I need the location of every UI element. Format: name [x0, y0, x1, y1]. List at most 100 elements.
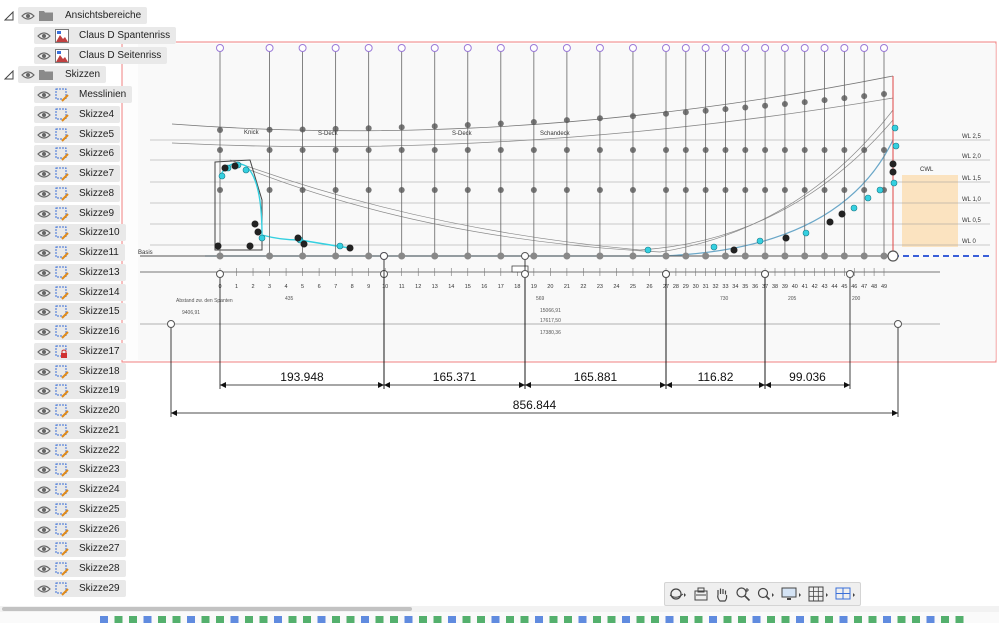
browser-sketch-node[interactable]: Skizze8: [34, 185, 121, 202]
timeline-feature[interactable]: [288, 616, 297, 623]
visibility-eye-icon[interactable]: [37, 268, 51, 278]
timeline-feature[interactable]: [607, 616, 616, 623]
visibility-eye-icon[interactable]: [37, 485, 51, 495]
timeline-feature[interactable]: [636, 616, 645, 623]
dimension-value[interactable]: 165.881: [574, 370, 618, 384]
sketch-point-dark[interactable]: [889, 168, 897, 176]
collapse-expander-icon[interactable]: [3, 10, 14, 21]
sketch-point[interactable]: [596, 187, 603, 193]
fit-window-icon[interactable]: [756, 585, 776, 603]
sketch-point[interactable]: [332, 187, 339, 193]
visibility-eye-icon[interactable]: [37, 90, 51, 100]
sketch-point[interactable]: [365, 125, 372, 132]
sketch-point[interactable]: [497, 120, 504, 127]
sketch-point[interactable]: [629, 113, 636, 120]
browser-sketch-node[interactable]: Skizze28: [34, 560, 126, 577]
sketch-point[interactable]: [217, 147, 223, 153]
sketch-point-cyan[interactable]: [258, 234, 266, 242]
base-point[interactable]: [365, 252, 373, 260]
sketch-point[interactable]: [801, 147, 808, 153]
sketch-point[interactable]: [881, 91, 887, 97]
sketch-point[interactable]: [781, 147, 788, 153]
timeline-feature[interactable]: [317, 616, 326, 623]
dimension-endpoint[interactable]: [521, 270, 529, 278]
sketch-point[interactable]: [365, 147, 372, 153]
visibility-eye-icon[interactable]: [37, 189, 51, 199]
sketch-point-cyan[interactable]: [802, 229, 810, 237]
sketch-point-cyan[interactable]: [756, 237, 764, 245]
sketch-point[interactable]: [821, 187, 828, 193]
sketch-point-dark[interactable]: [889, 160, 897, 168]
timeline-feature[interactable]: [651, 616, 659, 623]
zoom-icon[interactable]: [735, 585, 751, 603]
visibility-eye-icon[interactable]: [37, 446, 51, 456]
sketch-point[interactable]: [530, 147, 537, 153]
visibility-eye-icon[interactable]: [37, 288, 51, 298]
sketch-point-dark[interactable]: [826, 218, 834, 226]
sketch-point[interactable]: [563, 147, 570, 153]
timeline-feature[interactable]: [665, 616, 674, 623]
timeline-feature[interactable]: [346, 616, 355, 623]
timeline-feature[interactable]: [187, 616, 195, 623]
browser-sketch-node[interactable]: Skizze15: [34, 303, 126, 320]
timeline-feature[interactable]: [158, 616, 166, 623]
browser-sketch-node[interactable]: Skizze5: [34, 126, 121, 143]
dimension-endpoint[interactable]: [380, 252, 388, 260]
visibility-eye-icon[interactable]: [37, 505, 51, 515]
timeline-feature[interactable]: [259, 616, 268, 623]
sketch-point-dark[interactable]: [221, 164, 229, 172]
sketch-point[interactable]: [629, 147, 636, 153]
sketch-point[interactable]: [722, 106, 729, 113]
origin-point[interactable]: [887, 250, 899, 262]
visibility-eye-icon[interactable]: [37, 367, 51, 377]
sketch-point-cyan[interactable]: [336, 242, 344, 250]
sketch-point-cyan[interactable]: [892, 142, 900, 150]
sketch-point[interactable]: [299, 126, 306, 133]
timeline-feature[interactable]: [404, 616, 413, 623]
base-point[interactable]: [840, 252, 848, 260]
design-canvas[interactable]: WL 2,5WL 2,0WL 1,5WL 1,0WL 0,5WL 0 01234…: [0, 0, 999, 623]
sketch-point[interactable]: [217, 187, 223, 193]
dimension-endpoint[interactable]: [761, 270, 769, 278]
timeline-feature[interactable]: [201, 616, 210, 623]
base-point[interactable]: [332, 252, 340, 260]
sketch-point[interactable]: [299, 187, 306, 193]
sketch-point[interactable]: [464, 147, 471, 153]
browser-sketch-node[interactable]: Skizze23: [34, 461, 126, 478]
dimension-endpoint[interactable]: [216, 270, 224, 278]
sketch-point[interactable]: [299, 147, 306, 153]
timeline-feature[interactable]: [709, 616, 717, 623]
base-point[interactable]: [266, 252, 274, 260]
sketch-point[interactable]: [497, 147, 504, 153]
browser-sketch-node[interactable]: Skizze25: [34, 501, 126, 518]
base-point[interactable]: [821, 252, 829, 260]
base-point[interactable]: [880, 252, 888, 260]
base-point[interactable]: [431, 252, 439, 260]
timeline-feature[interactable]: [172, 616, 181, 623]
timeline-feature[interactable]: [390, 616, 398, 623]
base-point[interactable]: [761, 252, 769, 260]
sketch-point[interactable]: [762, 187, 769, 193]
sketch-point[interactable]: [464, 121, 471, 128]
browser-sketch-node[interactable]: Skizze26: [34, 521, 126, 538]
browser-sketch-node[interactable]: Skizze13: [34, 264, 126, 281]
base-point[interactable]: [464, 252, 472, 260]
sketch-point-cyan[interactable]: [710, 243, 718, 251]
sketch-point-dark[interactable]: [782, 234, 790, 242]
sketch-point[interactable]: [596, 147, 603, 153]
sketch-point[interactable]: [530, 118, 537, 125]
sketch-point[interactable]: [861, 93, 868, 100]
dimension-value[interactable]: 165.371: [433, 370, 477, 384]
browser-sketch-node[interactable]: Skizze7: [34, 165, 121, 182]
display-settings-icon[interactable]: [781, 585, 803, 603]
pan-hand-icon[interactable]: [714, 585, 730, 603]
base-point[interactable]: [741, 252, 749, 260]
timeline-feature[interactable]: [912, 616, 920, 623]
sketch-point[interactable]: [742, 104, 749, 111]
sketch-point[interactable]: [217, 127, 223, 133]
browser-sketch-node[interactable]: Skizze9: [34, 205, 121, 222]
dimension-endpoint[interactable]: [167, 320, 175, 328]
dimension-value[interactable]: 856.844: [513, 398, 557, 412]
sketch-point[interactable]: [682, 109, 689, 116]
sketch-point[interactable]: [663, 147, 669, 153]
